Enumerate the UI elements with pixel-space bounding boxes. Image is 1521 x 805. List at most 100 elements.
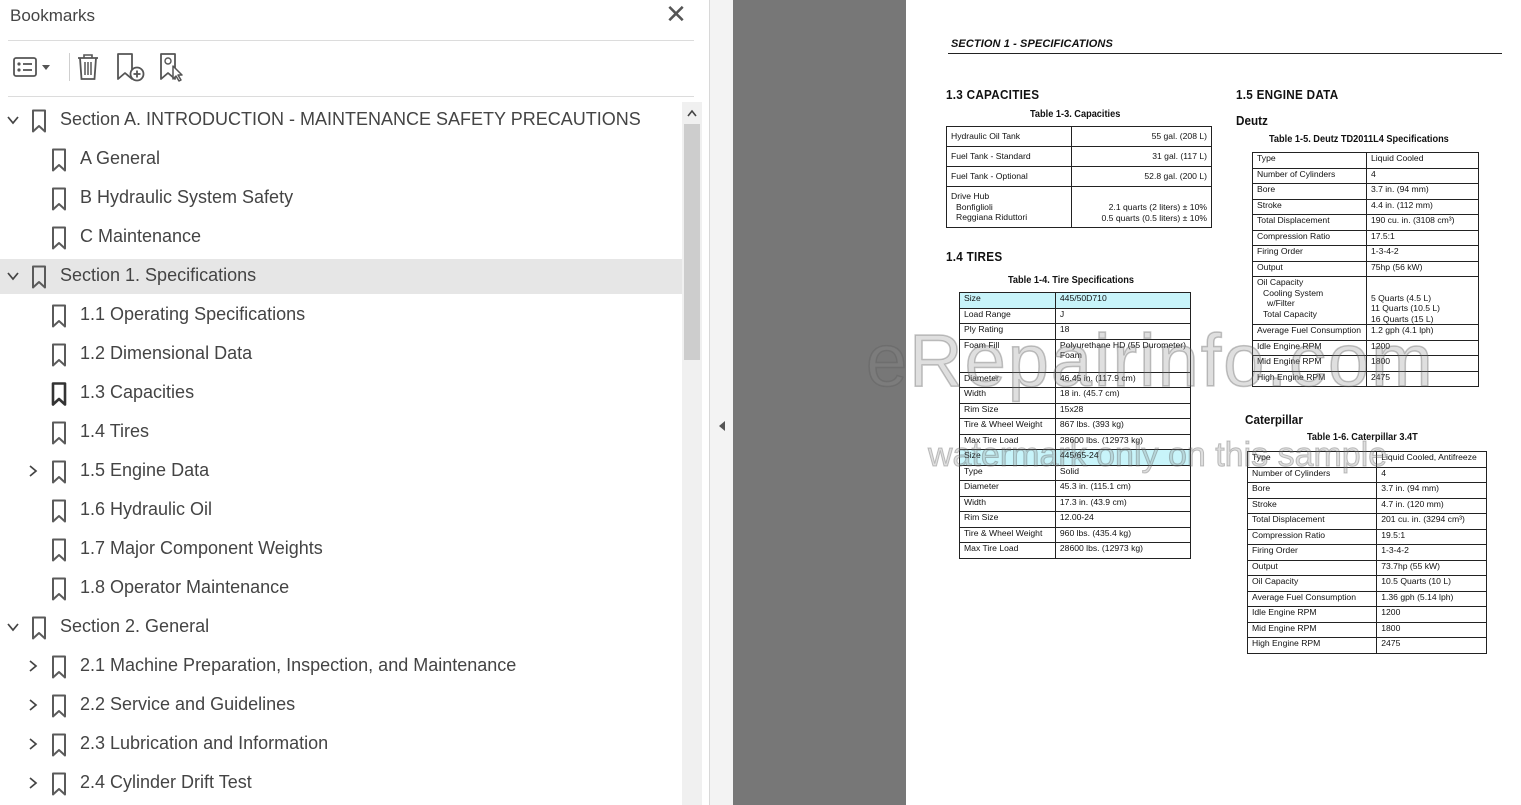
find-bookmark-icon[interactable] bbox=[156, 48, 190, 86]
chevron-down-icon[interactable] bbox=[3, 617, 23, 637]
table-cell-value: 31 gal. (117 L) bbox=[1071, 146, 1212, 167]
bookmark-tree: Section A. INTRODUCTION - MAINTENANCE SA… bbox=[0, 102, 682, 805]
bookmark-item[interactable]: 1.2 Dimensional Data bbox=[0, 337, 682, 372]
delete-icon[interactable] bbox=[74, 48, 102, 86]
table-cell-label: Mid Engine RPM bbox=[1246, 621, 1378, 638]
table-cell-value: 55 gal. (208 L) bbox=[1071, 126, 1212, 147]
table-row: High Engine RPM 2475 bbox=[1246, 637, 1487, 654]
bookmark-icon bbox=[31, 616, 47, 640]
table-row: Number of Cylinders 4 bbox=[1252, 167, 1480, 184]
table-row: Total Displacement 190 cu. in. (3108 cm³) bbox=[1252, 214, 1480, 231]
table-cell-label: Tire & Wheel Weight bbox=[959, 526, 1056, 543]
table-cell-text: 17.3 in. (43.9 cm) bbox=[1059, 496, 1127, 507]
table-cell-value: 2475 bbox=[1376, 637, 1487, 654]
table-cell-value: 1-3-4-2 bbox=[1376, 544, 1487, 561]
bookmark-icon bbox=[51, 772, 67, 796]
table-cell-text: 4.7 in. (120 mm) bbox=[1381, 498, 1444, 509]
bookmark-item[interactable]: 1.1 Operating Specifications bbox=[0, 298, 682, 333]
bookmark-label: 1.2 Dimensional Data bbox=[80, 343, 253, 363]
table-cell-text: 4 bbox=[1381, 467, 1387, 478]
bookmark-item[interactable]: C Maintenance bbox=[0, 220, 682, 255]
table-cell-label: Max Tire Load bbox=[959, 542, 1056, 559]
bookmark-item[interactable]: 2.1 Machine Preparation, Inspection, and… bbox=[0, 649, 682, 684]
chevron-right-icon[interactable] bbox=[23, 656, 43, 676]
chevron-down-icon[interactable] bbox=[3, 266, 23, 286]
bookmark-item[interactable]: 1.7 Major Component Weights bbox=[0, 532, 682, 567]
table-cell-label: Compression Ratio bbox=[1252, 229, 1367, 246]
divider bbox=[8, 96, 694, 97]
table-cell-label: Number of Cylinders bbox=[1252, 167, 1367, 184]
chevron-right-icon[interactable] bbox=[23, 461, 43, 481]
table-cell-text: 445/50D710 bbox=[1059, 293, 1107, 303]
table-row: Idle Engine RPM 1200 bbox=[1246, 606, 1487, 623]
bookmark-item[interactable]: 1.5 Engine Data bbox=[0, 454, 682, 489]
table-cell-label: Output bbox=[1246, 559, 1378, 576]
table-row: Total Displacement 201 cu. in. (3294 cm³) bbox=[1246, 513, 1487, 530]
bookmarks-toolbar bbox=[8, 48, 698, 88]
bookmark-label: 1.8 Operator Maintenance bbox=[80, 577, 290, 597]
chevron-right-icon[interactable] bbox=[23, 734, 43, 754]
deutz-caption: Table 1-5. Deutz TD2011L4 Specifications bbox=[1269, 134, 1449, 145]
table-cell-text: 5 Quarts (4.5 L) bbox=[1370, 292, 1432, 303]
bookmarks-scrollbar[interactable] bbox=[682, 102, 702, 805]
table-row: Firing Order 1-3-4-2 bbox=[1246, 544, 1487, 561]
bookmark-item[interactable]: 2.3 Lubrication and Information bbox=[0, 727, 682, 762]
panel-splitter[interactable] bbox=[709, 0, 733, 805]
table-cell-label: Oil Capacity bbox=[1246, 575, 1378, 592]
caterpillar-subheading: Caterpillar bbox=[1245, 412, 1303, 427]
bookmark-label: C Maintenance bbox=[80, 226, 202, 246]
divider bbox=[8, 40, 694, 41]
table-cell-text: 10.5 Quarts (10 L) bbox=[1381, 576, 1451, 586]
bookmark-item[interactable]: Section 2. General bbox=[0, 610, 682, 645]
bookmark-item[interactable]: 2.2 Service and Guidelines bbox=[0, 688, 682, 723]
watermark-subtext: watermark only on this sample bbox=[927, 436, 1388, 475]
close-panel-button[interactable]: ✕ bbox=[663, 1, 689, 28]
table-row: Compression Ratio 17.5:1 bbox=[1252, 229, 1480, 246]
table-row: Width 17.3 in. (43.9 cm) bbox=[959, 495, 1192, 512]
table-cell-text: 12.00-24 bbox=[1059, 512, 1094, 522]
bookmark-icon bbox=[51, 148, 67, 172]
table-cell-label: Size bbox=[959, 292, 1056, 309]
scroll-up-arrow-icon[interactable] bbox=[682, 102, 702, 124]
bookmark-item[interactable]: Section A. INTRODUCTION - MAINTENANCE SA… bbox=[0, 103, 682, 138]
table-cell-value: 52.8 gal. (200 L) bbox=[1071, 166, 1212, 187]
bookmark-item[interactable]: 1.4 Tires bbox=[0, 415, 682, 450]
watermark: eRepairinfo.com bbox=[865, 318, 1435, 403]
bookmark-label: 2.4 Cylinder Drift Test bbox=[80, 772, 252, 792]
table-cell-text: 75hp (56 kW) bbox=[1370, 261, 1423, 272]
bookmark-item[interactable]: 1.3 Capacities bbox=[0, 376, 682, 411]
table-cell-text: 11 Quarts (10.5 L) bbox=[1370, 303, 1441, 313]
bookmark-item[interactable]: 1.6 Hydraulic Oil bbox=[0, 493, 682, 528]
table-cell-value: 4.7 in. (120 mm) bbox=[1376, 497, 1487, 514]
table-cell-label: Fuel Tank - Standard bbox=[945, 146, 1073, 167]
bookmark-label: 2.2 Service and Guidelines bbox=[80, 694, 296, 714]
table-cell-value: Liquid Cooled bbox=[1365, 152, 1480, 169]
chevron-right-icon[interactable] bbox=[23, 695, 43, 715]
table-cell-text: 28600 lbs. (12973 kg) bbox=[1059, 543, 1144, 553]
table-cell-value: 45.3 in. (115.1 cm) bbox=[1054, 480, 1192, 497]
bookmark-item[interactable]: Section 1. Specifications bbox=[0, 259, 682, 294]
table-cell-text: 190 cu. in. (3108 cm³) bbox=[1370, 215, 1455, 225]
bookmark-item[interactable]: 2.4 Cylinder Drift Test bbox=[0, 766, 682, 801]
options-menu-icon[interactable] bbox=[8, 48, 54, 86]
capacities-table: Hydraulic Oil Tank 55 gal. (208 L) Fuel Ta… bbox=[945, 126, 1212, 228]
caterpillar-table: Type Liquid Cooled, Antifreeze Number of C… bbox=[1246, 451, 1487, 654]
new-bookmark-icon[interactable] bbox=[112, 48, 148, 86]
table-row: Output 73.7hp (55 kW) bbox=[1246, 559, 1487, 576]
chevron-right-icon[interactable] bbox=[23, 773, 43, 793]
scrollbar-thumb[interactable] bbox=[684, 124, 700, 360]
capacities-caption: Table 1-3. Capacities bbox=[1030, 109, 1121, 120]
bookmark-item[interactable]: B Hydraulic System Safety bbox=[0, 181, 682, 216]
table-cell-label: Firing Order bbox=[1252, 245, 1367, 262]
table-cell-label: Output bbox=[1252, 260, 1367, 277]
bookmark-item[interactable]: 1.8 Operator Maintenance bbox=[0, 571, 682, 606]
table-cell-text: 19.5:1 bbox=[1381, 529, 1406, 540]
bookmark-item[interactable]: A General bbox=[0, 142, 682, 177]
table-row: Stroke 4.4 in. (112 mm) bbox=[1252, 198, 1480, 215]
table-cell-text: Reggiana Riduttori bbox=[956, 212, 1028, 222]
table-cell-value: 960 lbs. (435.4 kg) bbox=[1054, 526, 1192, 543]
chevron-down-icon[interactable] bbox=[3, 110, 23, 130]
table-cell-value: 17.3 in. (43.9 cm) bbox=[1054, 495, 1192, 512]
collapse-panel-icon[interactable] bbox=[715, 416, 729, 436]
table-row: Diameter 45.3 in. (115.1 cm) bbox=[959, 480, 1192, 497]
